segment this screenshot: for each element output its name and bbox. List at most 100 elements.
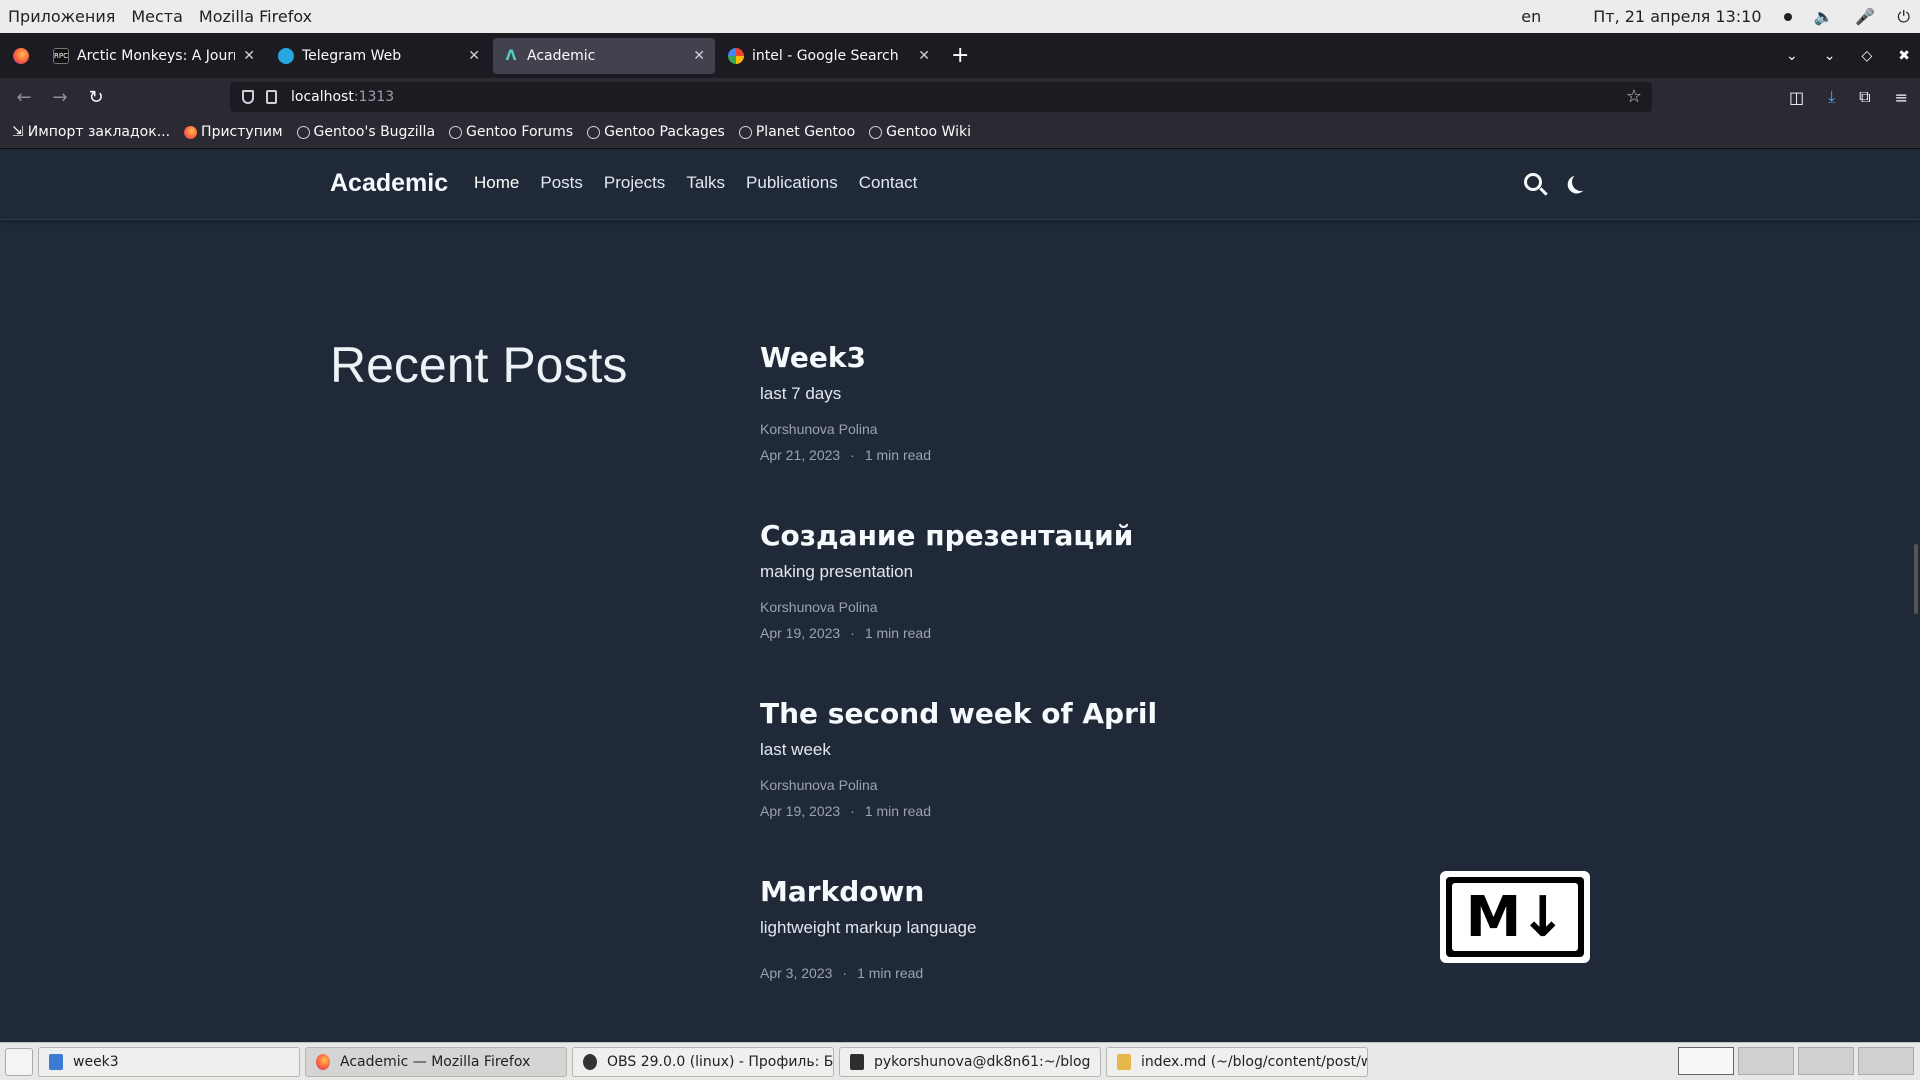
close-tab-icon[interactable]: ✕ bbox=[243, 48, 255, 64]
post-title[interactable]: Создание презентаций bbox=[760, 519, 1460, 552]
globe-icon bbox=[296, 125, 310, 139]
places-menu[interactable]: Места bbox=[123, 7, 191, 26]
post-author[interactable]: Korshunova Polina bbox=[760, 777, 1460, 793]
keyboard-layout-indicator[interactable]: en bbox=[1521, 7, 1541, 26]
firefox-view-icon[interactable] bbox=[13, 47, 29, 64]
window-minimize-icon[interactable]: ⌄ bbox=[1824, 48, 1836, 64]
bookmark-gentoo-bugzilla[interactable]: Gentoo's Bugzilla bbox=[296, 124, 435, 140]
post-author[interactable]: Korshunova Polina bbox=[760, 599, 1460, 615]
nav-publications[interactable]: Publications bbox=[746, 173, 838, 193]
app-menu-icon[interactable]: ≡ bbox=[1895, 88, 1908, 107]
workspace-4[interactable] bbox=[1858, 1047, 1914, 1075]
pocket-icon[interactable]: ◫ bbox=[1789, 88, 1804, 107]
show-desktop-button[interactable] bbox=[5, 1047, 33, 1076]
post-summary: last week bbox=[760, 740, 831, 759]
window-close-icon[interactable]: ✖ bbox=[1898, 48, 1910, 64]
tab-strip: RPC Arctic Monkeys: A Journey ✕ Telegram… bbox=[0, 33, 1920, 78]
bookmark-star-icon[interactable]: ☆ bbox=[1626, 86, 1642, 107]
bookmark-get-started[interactable]: Приступим bbox=[184, 124, 283, 140]
microphone-icon[interactable]: 🎤 bbox=[1855, 7, 1875, 26]
new-tab-icon[interactable]: + bbox=[951, 43, 969, 68]
post-author[interactable]: Korshunova Polina bbox=[760, 421, 1460, 437]
web-page: Academic Home Posts Projects Talks Publi… bbox=[0, 149, 1920, 1042]
close-tab-icon[interactable]: ✕ bbox=[468, 48, 480, 64]
workspace-2[interactable] bbox=[1738, 1047, 1794, 1075]
applications-menu[interactable]: Приложения bbox=[0, 7, 123, 26]
tab-title: Arctic Monkeys: A Journey bbox=[77, 47, 235, 64]
url-bar[interactable]: localhost:1313 ☆ bbox=[230, 82, 1652, 112]
post-item: Markdown lightweight markup language Apr… bbox=[760, 875, 1460, 981]
tab-academic[interactable]: Λ Academic ✕ bbox=[493, 37, 715, 74]
nav-home[interactable]: Home bbox=[474, 173, 519, 193]
post-item: Создание презентаций making presentation… bbox=[760, 519, 1460, 641]
window-maximize-icon[interactable]: ◇ bbox=[1861, 48, 1872, 64]
workspace-3[interactable] bbox=[1798, 1047, 1854, 1075]
firefox-icon bbox=[316, 1053, 330, 1070]
tab-title: intel - Google Search bbox=[752, 47, 899, 64]
tab-arctic-monkeys[interactable]: RPC Arctic Monkeys: A Journey ✕ bbox=[43, 38, 265, 74]
academic-icon: Λ bbox=[505, 47, 517, 64]
forward-icon[interactable]: → bbox=[42, 87, 78, 108]
tab-title: Academic bbox=[527, 47, 596, 64]
nav-contact[interactable]: Contact bbox=[859, 173, 918, 193]
downloads-icon[interactable]: ⤓ bbox=[1828, 87, 1835, 107]
nav-talks[interactable]: Talks bbox=[686, 173, 725, 193]
bookmark-gentoo-wiki[interactable]: Gentoo Wiki bbox=[869, 124, 971, 140]
globe-icon bbox=[587, 125, 601, 139]
url-text[interactable]: localhost:1313 bbox=[291, 89, 394, 105]
tracking-protection-icon[interactable] bbox=[242, 90, 254, 104]
site-brand[interactable]: Academic bbox=[330, 169, 448, 198]
search-icon[interactable] bbox=[1524, 173, 1542, 191]
nav-posts[interactable]: Posts bbox=[540, 173, 583, 193]
page-scrollbar[interactable] bbox=[1914, 544, 1918, 614]
bookmarks-toolbar: ⇲ Импорт закладок... Приступим Gentoo's B… bbox=[0, 116, 1920, 149]
bookmark-gentoo-forums[interactable]: Gentoo Forums bbox=[449, 124, 573, 140]
bookmark-planet-gentoo[interactable]: Planet Gentoo bbox=[738, 124, 855, 140]
site-navbar: Academic Home Posts Projects Talks Publi… bbox=[0, 149, 1920, 220]
taskbar-item-editor[interactable]: index.md (~/blog/content/post/w... bbox=[1106, 1046, 1368, 1077]
system-top-bar: Приложения Места Mozilla Firefox en Пт, … bbox=[0, 0, 1920, 33]
clock[interactable]: Пт, 21 апреля 13:10 bbox=[1593, 7, 1761, 26]
post-meta: Apr 19, 2023 · 1 min read bbox=[760, 625, 931, 641]
power-icon[interactable]: ⏻ bbox=[1897, 7, 1910, 27]
post-title[interactable]: The second week of April bbox=[760, 697, 1460, 730]
terminal-icon bbox=[850, 1053, 864, 1070]
markdown-logo-text: M↓ bbox=[1452, 883, 1578, 951]
site-menu: Home Posts Projects Talks Publications C… bbox=[474, 173, 917, 193]
post-summary: last 7 days bbox=[760, 384, 842, 403]
post-title[interactable]: Markdown bbox=[760, 875, 1460, 908]
editor-icon bbox=[1117, 1053, 1131, 1070]
extensions-icon[interactable]: ⧉ bbox=[1859, 87, 1870, 107]
active-app-menu[interactable]: Mozilla Firefox bbox=[191, 7, 320, 26]
tab-google-search[interactable]: intel - Google Search ✕ bbox=[718, 38, 940, 74]
post-meta: Apr 19, 2023 · 1 min read bbox=[760, 803, 931, 819]
post-title[interactable]: Week3 bbox=[760, 341, 1460, 374]
nav-projects[interactable]: Projects bbox=[604, 173, 665, 193]
obs-icon bbox=[583, 1053, 597, 1070]
volume-icon[interactable]: 🔈 bbox=[1814, 7, 1834, 26]
close-tab-icon[interactable]: ✕ bbox=[693, 48, 705, 64]
dark-mode-icon[interactable] bbox=[1569, 170, 1594, 195]
tab-telegram[interactable]: Telegram Web ✕ bbox=[268, 38, 490, 74]
google-icon bbox=[728, 47, 744, 64]
navigation-toolbar: ← → ↻ localhost:1313 ☆ ◫ ⤓ ⧉ ≡ bbox=[0, 78, 1920, 116]
globe-icon bbox=[738, 125, 752, 139]
post-meta: Apr 21, 2023 · 1 min read bbox=[760, 447, 931, 463]
taskbar-item-firefox[interactable]: Academic — Mozilla Firefox bbox=[305, 1046, 567, 1077]
page-info-icon[interactable] bbox=[266, 90, 277, 104]
rpc-icon: RPC bbox=[53, 47, 69, 64]
taskbar-item-week3[interactable]: week3 bbox=[38, 1046, 300, 1077]
document-icon bbox=[49, 1053, 63, 1070]
section-title: Recent Posts bbox=[330, 337, 628, 393]
post-meta: Apr 3, 2023 · 1 min read bbox=[760, 965, 924, 981]
bookmark-gentoo-packages[interactable]: Gentoo Packages bbox=[587, 124, 725, 140]
reload-icon[interactable]: ↻ bbox=[78, 87, 114, 108]
close-tab-icon[interactable]: ✕ bbox=[918, 48, 930, 64]
workspace-1[interactable] bbox=[1678, 1047, 1734, 1075]
taskbar-item-obs[interactable]: OBS 29.0.0 (linux) - Профиль: Без... bbox=[572, 1046, 834, 1077]
list-all-tabs-icon[interactable]: ⌄ bbox=[1786, 48, 1798, 64]
back-icon[interactable]: ← bbox=[6, 87, 42, 108]
markdown-logo[interactable]: M↓ bbox=[1440, 871, 1590, 963]
taskbar-item-terminal[interactable]: pykorshunova@dk8n61:~/blog bbox=[839, 1046, 1101, 1077]
bookmark-import[interactable]: ⇲ Импорт закладок... bbox=[12, 124, 170, 140]
